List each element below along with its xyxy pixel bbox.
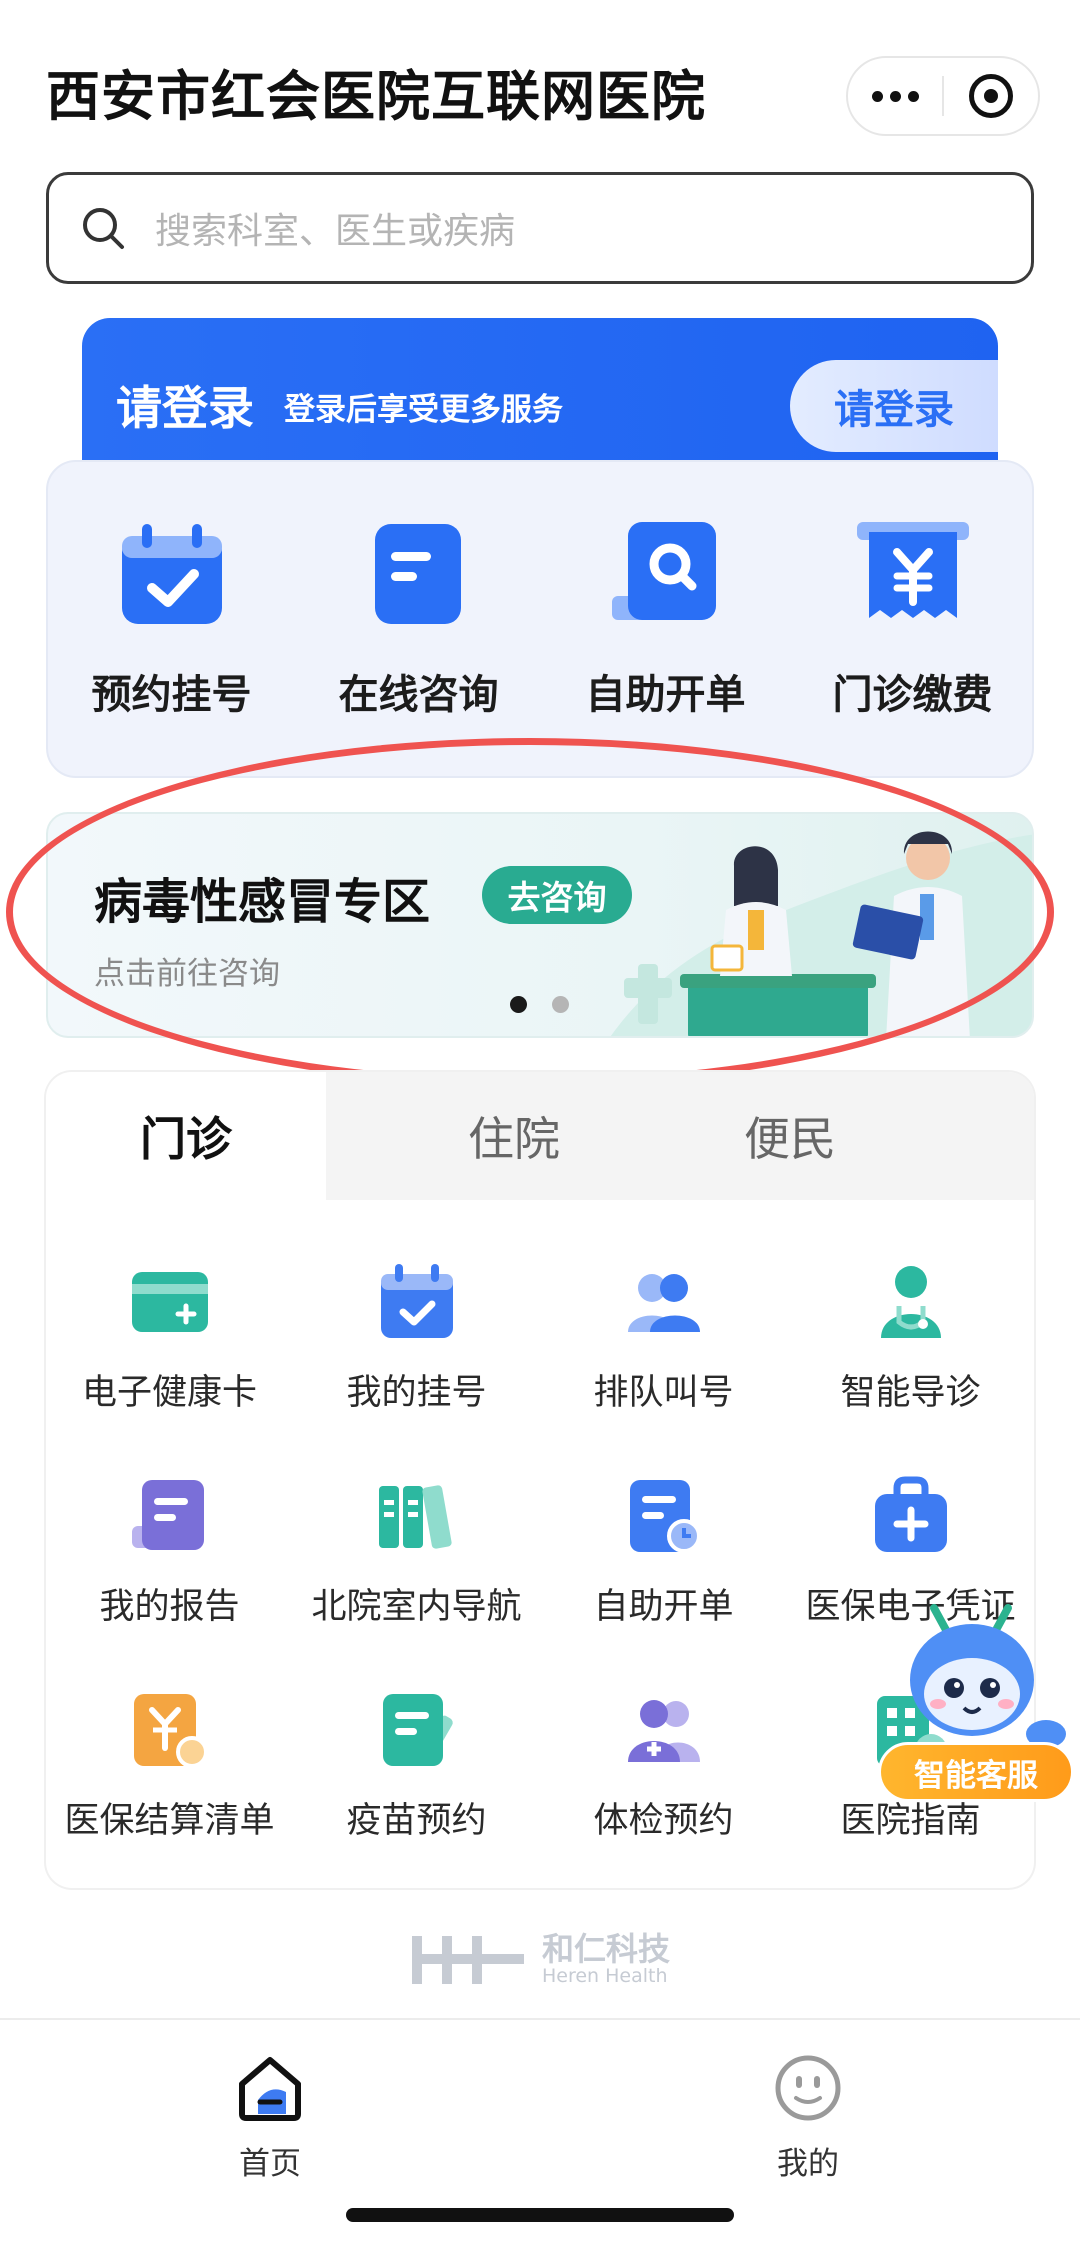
- quick-action-self-order[interactable]: 自助开单: [542, 518, 789, 738]
- search-input[interactable]: 搜索科室、医生或疾病: [46, 172, 1034, 284]
- smart-service-button[interactable]: 智能客服: [878, 1742, 1074, 1802]
- tab-outpatient[interactable]: 门诊: [46, 1072, 326, 1200]
- service-indoor-navigation[interactable]: 北院室内导航: [293, 1476, 540, 1629]
- service-label: 智能导诊: [840, 1373, 981, 1413]
- quick-action-consult[interactable]: 在线咨询: [295, 518, 542, 738]
- report-icon: [130, 1476, 210, 1556]
- nav-home[interactable]: 首页: [180, 2052, 360, 2183]
- service-my-appointments[interactable]: 我的挂号: [293, 1262, 540, 1415]
- service-self-order[interactable]: 自助开单: [540, 1476, 787, 1629]
- quick-action-appointment[interactable]: 预约挂号: [48, 518, 295, 738]
- app-title: 西安市红会医院互联网医院: [46, 65, 706, 128]
- search-icon: [83, 208, 124, 249]
- chat-document-icon: [363, 518, 475, 630]
- service-my-reports[interactable]: 我的报告: [46, 1476, 293, 1629]
- nav-profile[interactable]: 我的: [718, 2052, 898, 2183]
- service-label: 医保结算清单: [64, 1801, 275, 1841]
- calendar-check-icon: [377, 1262, 457, 1342]
- yuan-receipt-icon: [856, 518, 969, 630]
- doctor-icon: [871, 1262, 951, 1342]
- login-subtitle: 登录后享受更多服务: [284, 392, 563, 428]
- quick-action-label: 自助开单: [585, 672, 746, 718]
- quick-action-payment[interactable]: 门诊缴费: [789, 518, 1036, 738]
- service-label: 电子健康卡: [81, 1373, 257, 1413]
- service-label: 我的报告: [99, 1587, 240, 1627]
- home-icon: [239, 2057, 301, 2121]
- service-label: 北院室内导航: [311, 1587, 522, 1627]
- nav-profile-label: 我的: [777, 2146, 839, 2182]
- service-health-card[interactable]: 电子健康卡: [46, 1262, 293, 1415]
- medical-bag-icon: [871, 1476, 951, 1556]
- tab-inpatient[interactable]: 住院: [376, 1072, 652, 1200]
- highlight-annotation-oval: [6, 738, 1054, 1086]
- calendar-check-icon: [116, 518, 228, 630]
- quick-actions-panel: 预约挂号 在线咨询 自助开单 门诊缴费: [46, 460, 1034, 778]
- home-indicator: [346, 2208, 734, 2222]
- document-clock-icon: [624, 1476, 704, 1556]
- heren-logo-icon: [412, 1936, 524, 1984]
- service-smart-triage[interactable]: 智能导诊: [787, 1262, 1034, 1415]
- document-search-icon: [610, 518, 722, 630]
- brand-subtitle: Heren Health: [542, 1964, 668, 1987]
- service-settlement-list[interactable]: 医保结算清单: [46, 1690, 293, 1843]
- service-label: 自助开单: [593, 1587, 734, 1627]
- yuan-bill-icon: [130, 1690, 210, 1770]
- brand-name: 和仁科技: [542, 1929, 671, 1968]
- service-label: 体检预约: [593, 1801, 734, 1841]
- service-checkup[interactable]: 体检预约: [540, 1690, 787, 1843]
- book-navigation-icon: [377, 1476, 457, 1556]
- vaccine-note-icon: [377, 1690, 457, 1770]
- tab-convenience[interactable]: 便民: [652, 1072, 928, 1200]
- service-tabbar: 门诊 住院 便民: [46, 1072, 1034, 1200]
- login-button[interactable]: 请登录: [790, 360, 998, 452]
- service-label: 疫苗预约: [346, 1801, 487, 1841]
- health-card-icon: [130, 1262, 210, 1342]
- service-label: 我的挂号: [346, 1373, 487, 1413]
- service-vaccine[interactable]: 疫苗预约: [293, 1690, 540, 1843]
- service-queue[interactable]: 排队叫号: [540, 1262, 787, 1415]
- quick-action-label: 预约挂号: [91, 672, 252, 718]
- brand-logo: 和仁科技 Heren Health: [408, 1930, 670, 1990]
- close-miniapp-icon[interactable]: [944, 58, 1038, 134]
- profile-face-icon: [775, 2055, 841, 2121]
- login-title: 请登录: [116, 381, 254, 435]
- people-queue-icon: [624, 1262, 704, 1342]
- more-menu-icon[interactable]: [848, 58, 942, 134]
- login-banner[interactable]: 请登录 登录后享受更多服务 请登录: [82, 318, 998, 462]
- quick-action-label: 在线咨询: [338, 672, 499, 718]
- checkup-person-icon: [624, 1690, 704, 1770]
- miniapp-capsule: [846, 56, 1040, 136]
- nav-home-label: 首页: [239, 2146, 301, 2182]
- service-label: 排队叫号: [593, 1373, 734, 1413]
- quick-action-label: 门诊缴费: [832, 672, 993, 718]
- search-placeholder: 搜索科室、医生或疾病: [155, 211, 516, 252]
